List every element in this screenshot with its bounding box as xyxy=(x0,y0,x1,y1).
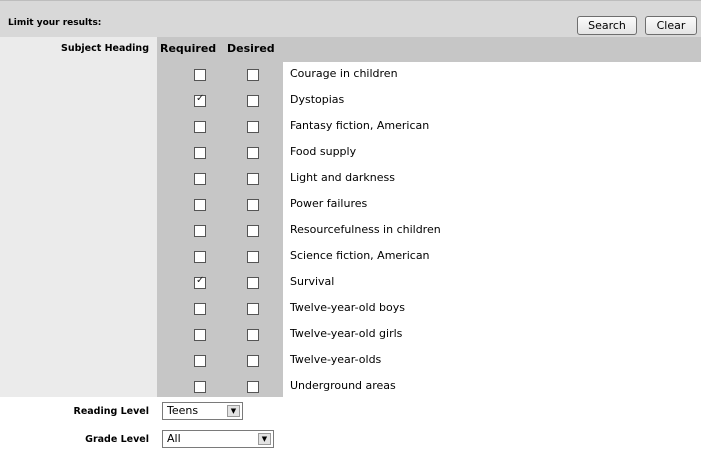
required-checkbox[interactable] xyxy=(194,225,206,237)
subject-term: Fantasy fiction, American xyxy=(290,119,430,132)
desired-checkbox[interactable] xyxy=(247,225,259,237)
subject-heading-label: Subject Heading xyxy=(60,43,149,54)
clear-button[interactable]: Clear xyxy=(645,16,697,35)
subject-row: Fantasy fiction, American xyxy=(157,114,701,140)
subject-row: Twelve-year-old boys xyxy=(157,296,701,322)
required-column-header: Required xyxy=(160,42,217,55)
required-checkbox[interactable] xyxy=(194,93,206,107)
subject-term: Dystopias xyxy=(290,93,345,106)
search-button[interactable]: Search xyxy=(577,16,637,35)
subject-row: Survival xyxy=(157,270,701,296)
desired-checkbox[interactable] xyxy=(247,69,259,81)
desired-checkbox[interactable] xyxy=(247,95,259,107)
subject-row: Underground areas xyxy=(157,374,701,400)
reading-level-value: Teens xyxy=(167,404,199,417)
required-checkbox[interactable] xyxy=(194,147,206,159)
desired-checkbox[interactable] xyxy=(247,147,259,159)
grade-level-value: All xyxy=(167,432,181,445)
required-checkbox[interactable] xyxy=(194,199,206,211)
grade-level-label: Grade Level xyxy=(85,434,149,445)
subject-row: Resourcefulness in children xyxy=(157,218,701,244)
chevron-down-icon[interactable]: ▼ xyxy=(258,433,271,445)
subject-row: Food supply xyxy=(157,140,701,166)
subject-term: Twelve-year-olds xyxy=(290,353,382,366)
desired-column-header: Desired xyxy=(227,42,275,55)
required-checkbox[interactable] xyxy=(194,69,206,81)
desired-checkbox[interactable] xyxy=(247,329,259,341)
required-checkbox[interactable] xyxy=(194,121,206,133)
subject-term: Science fiction, American xyxy=(290,249,430,262)
reading-level-label: Reading Level xyxy=(73,406,150,417)
subject-term: Twelve-year-old girls xyxy=(290,327,403,340)
desired-checkbox[interactable] xyxy=(247,303,259,315)
subject-term: Resourcefulness in children xyxy=(290,223,441,236)
subject-term: Light and darkness xyxy=(290,171,395,184)
desired-checkbox[interactable] xyxy=(247,173,259,185)
subject-row: Dystopias xyxy=(157,88,701,114)
required-checkbox[interactable] xyxy=(194,329,206,341)
subject-row: Twelve-year-olds xyxy=(157,348,701,374)
subject-term: Power failures xyxy=(290,197,368,210)
desired-checkbox[interactable] xyxy=(247,251,259,263)
desired-checkbox[interactable] xyxy=(247,121,259,133)
subject-term: Survival xyxy=(290,275,335,288)
required-checkbox[interactable] xyxy=(194,251,206,263)
desired-checkbox[interactable] xyxy=(247,277,259,289)
required-checkbox[interactable] xyxy=(194,355,206,367)
subject-term: Courage in children xyxy=(290,67,398,80)
subject-row: Power failures xyxy=(157,192,701,218)
subject-row: Science fiction, American xyxy=(157,244,701,270)
grade-level-select[interactable]: All ▼ xyxy=(162,430,274,448)
label-column xyxy=(0,37,157,397)
required-checkbox[interactable] xyxy=(194,381,206,393)
subject-term: Food supply xyxy=(290,145,357,158)
desired-checkbox[interactable] xyxy=(247,381,259,393)
desired-checkbox[interactable] xyxy=(247,355,259,367)
subject-row: Twelve-year-old girls xyxy=(157,322,701,348)
limit-results-title: Limit your results: xyxy=(8,18,102,28)
subject-term: Underground areas xyxy=(290,379,396,392)
required-checkbox[interactable] xyxy=(194,275,206,289)
subject-row: Courage in children xyxy=(157,62,701,88)
required-checkbox[interactable] xyxy=(194,173,206,185)
subject-term: Twelve-year-old boys xyxy=(290,301,406,314)
required-checkbox[interactable] xyxy=(194,303,206,315)
reading-level-select[interactable]: Teens ▼ xyxy=(162,402,243,420)
limit-results-header: Limit your results: Search Clear xyxy=(0,0,701,37)
chevron-down-icon[interactable]: ▼ xyxy=(227,405,240,417)
subject-row: Light and darkness xyxy=(157,166,701,192)
desired-checkbox[interactable] xyxy=(247,199,259,211)
